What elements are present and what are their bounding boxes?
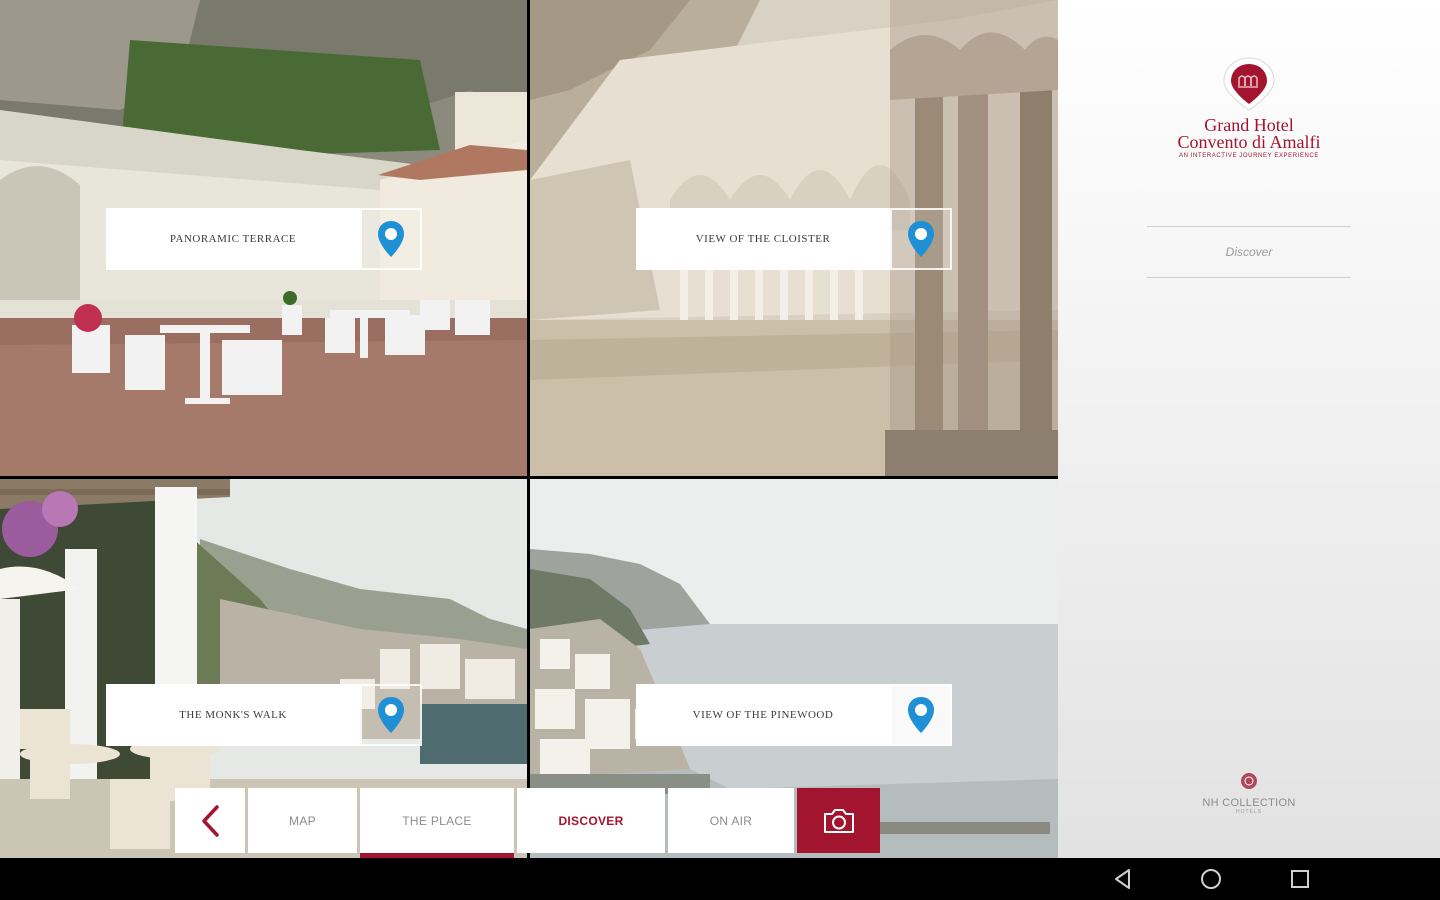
android-recents-icon[interactable] bbox=[1287, 866, 1313, 892]
nav-on-air[interactable]: ON AIR bbox=[668, 788, 794, 853]
location-label: PANORAMIC TERRACE bbox=[106, 208, 360, 270]
divider bbox=[1147, 226, 1351, 227]
nav-the-place[interactable]: THE PLACE bbox=[360, 788, 514, 853]
chevron-left-icon bbox=[202, 804, 219, 837]
tile-view-of-the-cloister[interactable]: VIEW OF THE CLOISTER bbox=[530, 0, 1058, 476]
map-pin-icon bbox=[378, 697, 404, 733]
camera-button[interactable] bbox=[797, 788, 880, 853]
hotel-tagline: AN INTERACTIVE JOURNEY EXPERIENCE bbox=[1178, 153, 1320, 159]
side-discover-link[interactable]: Discover bbox=[1147, 228, 1351, 276]
location-pin-button[interactable] bbox=[890, 684, 952, 746]
map-pin-icon bbox=[378, 221, 404, 257]
tile-panoramic-terrace[interactable]: PANORAMIC TERRACE bbox=[0, 0, 527, 476]
android-back-icon[interactable] bbox=[1110, 866, 1136, 892]
bottom-nav: MAP THE PLACE DISCOVER ON AIR bbox=[175, 788, 880, 853]
nh-emblem-icon bbox=[1241, 773, 1257, 789]
location-pin-button[interactable] bbox=[360, 684, 422, 746]
hotel-logo: Grand Hotel Convento di Amalfi AN INTERA… bbox=[1058, 56, 1440, 159]
nh-collection-text: NH COLLECTION bbox=[1202, 797, 1296, 809]
location-card: THE MONK'S WALK bbox=[106, 684, 422, 746]
nh-hotels-text: HOTELS bbox=[1235, 809, 1262, 815]
back-button[interactable] bbox=[175, 788, 245, 853]
location-pin-button[interactable] bbox=[890, 208, 952, 270]
photo-grid: PANORAMIC TERRACE VIEW OF THE CLOISTER T… bbox=[0, 0, 1058, 858]
android-home-icon[interactable] bbox=[1198, 866, 1224, 892]
nh-collection-logo: NH COLLECTION HOTELS bbox=[1058, 772, 1440, 815]
nav-map[interactable]: MAP bbox=[248, 788, 357, 853]
location-card: PANORAMIC TERRACE bbox=[106, 208, 422, 270]
location-label: VIEW OF THE CLOISTER bbox=[636, 208, 890, 270]
location-label: THE MONK'S WALK bbox=[106, 684, 360, 746]
location-label: VIEW OF THE PINEWOOD bbox=[636, 684, 890, 746]
location-pin-button[interactable] bbox=[360, 208, 422, 270]
side-panel: Grand Hotel Convento di Amalfi AN INTERA… bbox=[1058, 0, 1440, 858]
hotel-pin-logo-icon bbox=[1223, 57, 1275, 111]
map-pin-icon bbox=[908, 697, 934, 733]
nav-discover[interactable]: DISCOVER bbox=[517, 788, 665, 853]
location-card: VIEW OF THE CLOISTER bbox=[636, 208, 952, 270]
hotel-name-line2: Convento di Amalfi bbox=[1177, 132, 1321, 152]
location-card: VIEW OF THE PINEWOOD bbox=[636, 684, 952, 746]
map-pin-icon bbox=[908, 221, 934, 257]
divider bbox=[1147, 277, 1351, 278]
camera-icon bbox=[823, 808, 854, 833]
system-navigation-bar bbox=[0, 858, 1440, 900]
